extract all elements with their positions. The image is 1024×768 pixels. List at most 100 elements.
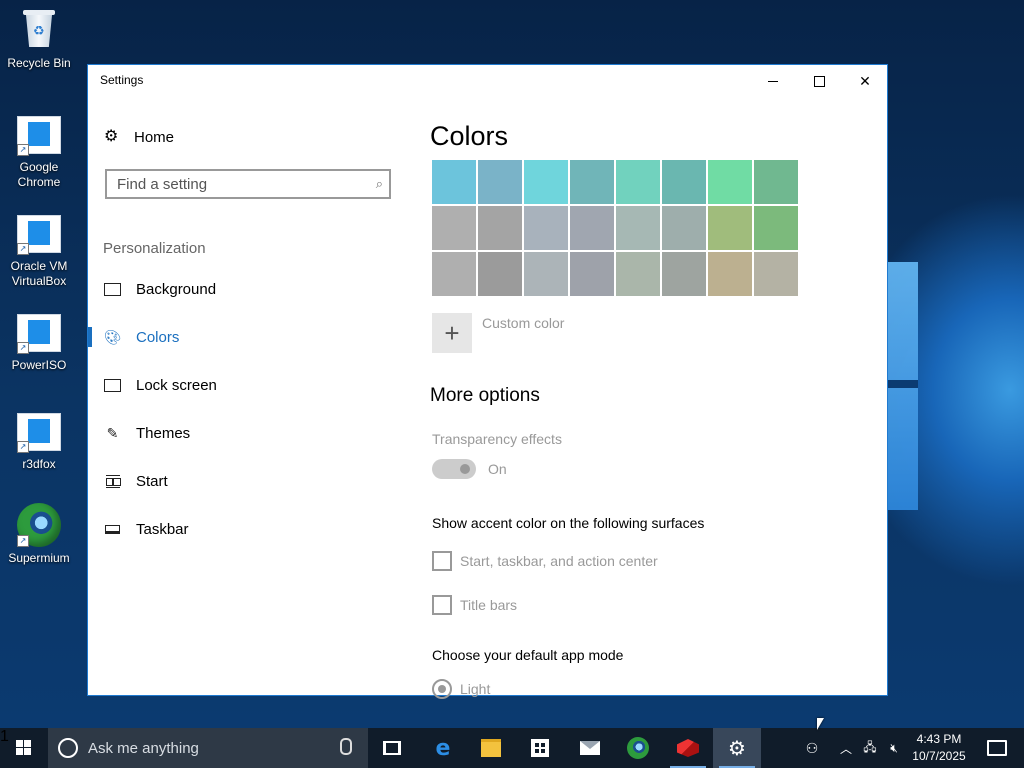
accent-color-swatch[interactable] — [708, 252, 752, 296]
taskbar-file-explorer[interactable] — [467, 728, 515, 768]
taskbar-supermium[interactable] — [614, 728, 662, 768]
nav-item-background[interactable]: Background — [88, 269, 388, 309]
transparency-toggle[interactable] — [432, 459, 476, 479]
nav-home[interactable]: ⚙ Home — [104, 127, 174, 147]
clock[interactable]: 4:43 PM 10/7/2025 — [904, 731, 974, 765]
mouse-cursor-icon — [817, 718, 824, 730]
nav-item-label: Themes — [136, 424, 191, 442]
clock-time: 4:43 PM — [916, 732, 962, 746]
accent-color-swatch[interactable] — [570, 160, 614, 204]
nav-item-colors[interactable]: 🎨︎ Colors — [88, 317, 388, 357]
desktop-icon-google-chrome[interactable]: ↗ Google Chrome — [2, 112, 76, 190]
accent-color-swatch[interactable] — [432, 160, 476, 204]
minimize-icon — [768, 80, 778, 82]
accent-color-swatch[interactable] — [478, 206, 522, 250]
radio-light[interactable] — [432, 679, 452, 699]
checkbox-start-taskbar[interactable] — [432, 551, 452, 571]
taskbar-settings[interactable]: ⚙ — [713, 728, 761, 768]
maximize-icon — [813, 75, 825, 87]
accent-color-swatch[interactable] — [478, 160, 522, 204]
accent-color-swatch[interactable] — [616, 206, 660, 250]
taskbar: Ask me anything e ⚙ ⚇ ︿ 🖧︎ 🔇︎ 4:43 PM 10… — [0, 728, 1024, 768]
transparency-label: Transparency effects — [432, 431, 562, 447]
plus-icon: + — [432, 313, 472, 353]
accent-color-swatch[interactable] — [754, 206, 798, 250]
search-input[interactable] — [107, 171, 367, 197]
taskbar-icon — [104, 522, 121, 536]
search-icon[interactable]: ⌕ — [376, 176, 383, 192]
accent-color-swatch[interactable] — [662, 252, 706, 296]
shortcut-arrow-icon: ↗ — [17, 144, 29, 156]
accent-color-swatch[interactable] — [478, 252, 522, 296]
taskbar-mail[interactable] — [566, 728, 614, 768]
accent-color-swatch[interactable] — [708, 160, 752, 204]
accent-color-swatch[interactable] — [570, 206, 614, 250]
task-view-button[interactable] — [368, 728, 416, 768]
nav-section-title: Personalization — [103, 240, 206, 257]
taskbar-store[interactable] — [516, 728, 564, 768]
title-bar[interactable]: Settings ✕ — [88, 65, 887, 97]
nav-item-lock-screen[interactable]: Lock screen — [88, 365, 388, 405]
taskbar-edge[interactable]: e — [419, 728, 467, 768]
custom-color-button[interactable]: + Custom color — [432, 313, 564, 353]
nav-item-label: Taskbar — [136, 520, 189, 538]
gear-icon: ⚙ — [728, 737, 746, 760]
accent-color-swatch[interactable] — [616, 252, 660, 296]
accent-surfaces-label: Show accent color on the following surfa… — [432, 515, 705, 531]
nav-item-taskbar[interactable]: Taskbar — [88, 509, 388, 549]
gear-icon: ⚙ — [104, 128, 119, 145]
windows-logo-wallpaper — [888, 262, 918, 510]
accent-color-swatch[interactable] — [708, 206, 752, 250]
desktop-icon-recycle-bin[interactable]: ♻ Recycle Bin — [2, 8, 76, 71]
close-button[interactable]: ✕ — [842, 65, 888, 97]
desktop-icon-label: Google Chrome — [17, 160, 61, 189]
accent-color-swatch[interactable] — [570, 252, 614, 296]
brush-icon: ✎ — [106, 424, 119, 441]
task-view-icon — [383, 741, 401, 755]
edge-icon: e — [435, 735, 451, 761]
more-options-heading: More options — [430, 385, 540, 406]
checkbox-title-bars-label: Title bars — [460, 597, 518, 613]
accent-color-swatch[interactable] — [754, 160, 798, 204]
folder-icon — [481, 739, 501, 757]
accent-color-swatch[interactable] — [754, 252, 798, 296]
desktop-icon-r3dfox[interactable]: ↗ r3dfox — [2, 409, 76, 472]
accent-color-swatch[interactable] — [662, 160, 706, 204]
people-button[interactable]: ⚇ — [800, 728, 824, 768]
accent-color-swatch[interactable] — [432, 252, 476, 296]
accent-color-swatch[interactable] — [524, 252, 568, 296]
accent-color-swatch[interactable] — [524, 206, 568, 250]
nav-home-label: Home — [134, 128, 175, 146]
nav-item-start[interactable]: Start — [88, 461, 388, 501]
minimize-button[interactable] — [750, 65, 796, 97]
app-mode-label: Choose your default app mode — [432, 647, 624, 663]
desktop-icon-supermium[interactable]: ↗ Supermium — [2, 503, 76, 566]
checkbox-start-taskbar-label: Start, taskbar, and action center — [460, 553, 658, 569]
accent-color-swatch[interactable] — [662, 206, 706, 250]
accent-color-swatch[interactable] — [524, 160, 568, 204]
taskbar-app-box[interactable] — [664, 728, 712, 768]
desktop-icon-virtualbox[interactable]: ↗ Oracle VM VirtualBox — [2, 211, 76, 289]
accent-color-swatch[interactable] — [616, 160, 660, 204]
checkbox-title-bars[interactable] — [432, 595, 452, 615]
show-hidden-icons-button[interactable]: ︿ — [836, 728, 856, 768]
network-button[interactable]: 🖧︎ — [860, 728, 880, 768]
volume-button[interactable]: 🔇︎ — [884, 728, 904, 768]
palette-icon: 🎨︎ — [103, 328, 122, 345]
microphone-icon[interactable] — [340, 738, 352, 755]
desktop-icon-label: Supermium — [8, 551, 70, 565]
cortana-search-box[interactable]: Ask me anything — [48, 728, 368, 768]
people-icon: ⚇ — [805, 739, 819, 756]
shortcut-arrow-icon: ↗ — [17, 342, 29, 354]
desktop-icon-poweriso[interactable]: ↗ PowerISO — [2, 310, 76, 373]
search-box: ⌕ — [105, 169, 391, 199]
supermium-icon — [627, 737, 649, 759]
nav-item-themes[interactable]: ✎ Themes — [88, 413, 388, 453]
chevron-up-icon: ︿ — [839, 741, 852, 756]
start-button[interactable] — [0, 728, 48, 768]
accent-color-swatch[interactable] — [432, 206, 476, 250]
nav-item-label: Background — [136, 280, 217, 298]
maximize-button[interactable] — [796, 65, 842, 97]
action-center-button[interactable] — [982, 728, 1012, 768]
page-title: Colors — [430, 121, 509, 151]
